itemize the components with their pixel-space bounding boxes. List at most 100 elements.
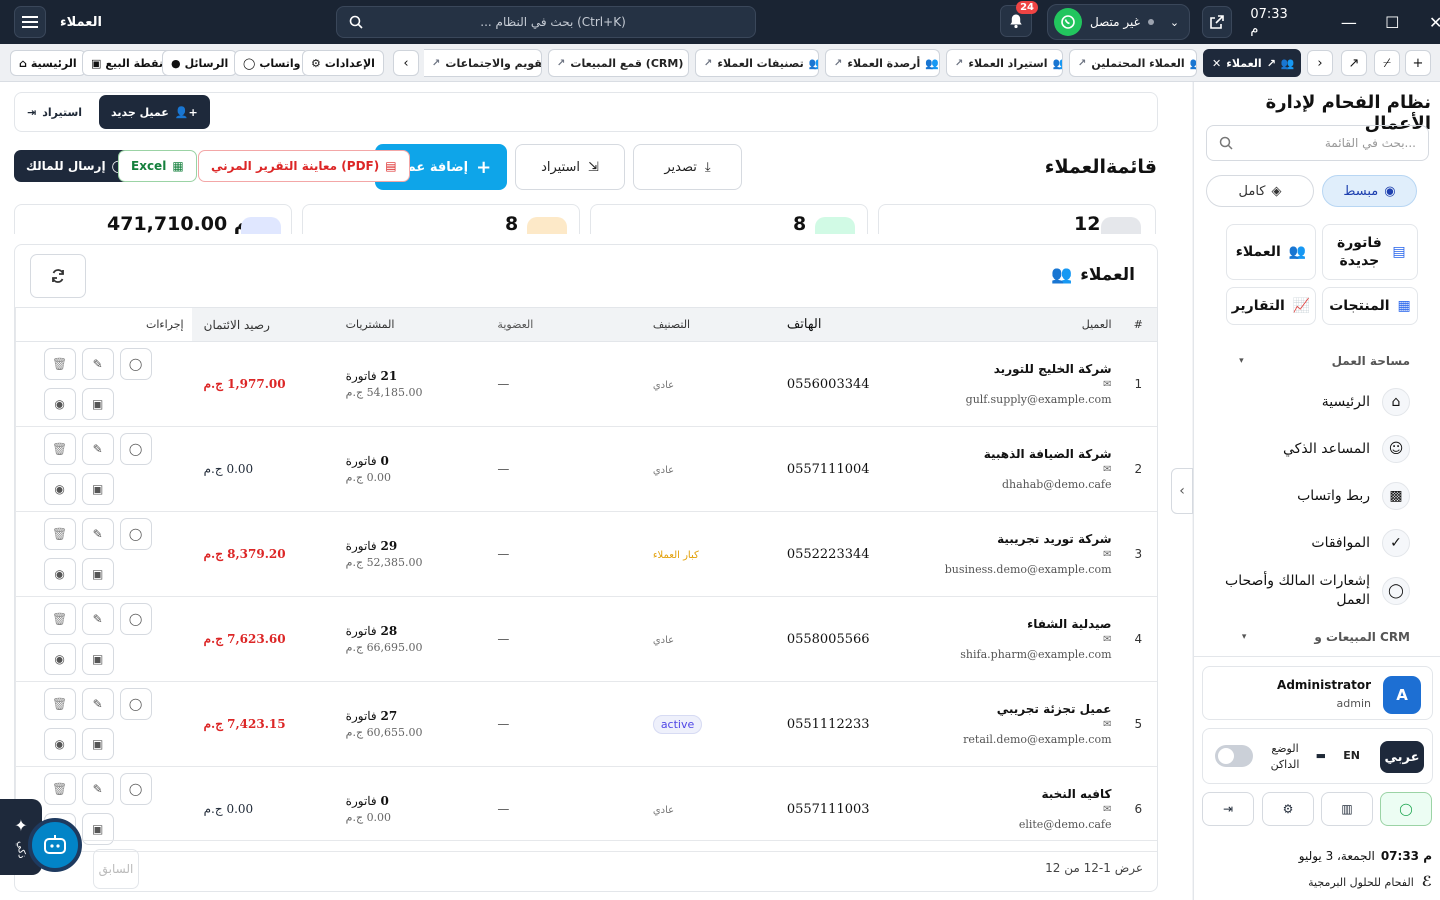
delete-button[interactable]: 🗑 <box>43 433 76 465</box>
mode-full-toggle[interactable]: كامل ◈ <box>1206 175 1314 207</box>
customer-cell[interactable]: كافيه النخبة ✉ elite@demo.cafe <box>936 766 1120 852</box>
reports-shortcut[interactable]: التقارير 📈 <box>1226 287 1316 325</box>
whatsapp-button[interactable]: ◯ <box>119 348 152 380</box>
statement-button[interactable]: ▣ <box>81 388 114 420</box>
table-row[interactable]: 5 عميل تجزئة تجريبي ✉ retail.demo@example.c… <box>15 681 1157 767</box>
excel-button[interactable]: Excel ▦ <box>118 150 197 182</box>
import-small-button[interactable]: ⇥ استيراد <box>15 95 95 129</box>
tab-customers[interactable]: ✕ العملاء ↗ 👥 <box>1203 49 1301 77</box>
tab-customer-import[interactable]: ↗ استيراد العملاء 👥 <box>946 49 1063 77</box>
nav-home[interactable]: الرئيسية ⌂ <box>1322 388 1410 416</box>
col-header[interactable]: العضوية <box>479 307 623 342</box>
menu-button[interactable] <box>14 6 46 38</box>
lang-arabic-button[interactable]: عربي <box>1380 741 1424 773</box>
col-header[interactable]: الهاتف <box>778 307 937 342</box>
statement-button[interactable]: ▣ <box>81 643 114 675</box>
col-header[interactable]: رصيد الائتمان <box>191 307 334 342</box>
global-search[interactable]: ... بحث في النظام (Ctrl+K) <box>336 6 756 38</box>
table-row[interactable]: 6 كافيه النخبة ✉ elite@demo.cafe 0557111003 ع… <box>15 766 1157 852</box>
customer-cell[interactable]: شركة الضيافة الذهبية ✉ dhahab@demo.cafe <box>936 426 1120 512</box>
tab-crm[interactable]: ↗ قمع المبيعات (CRM) ▤ <box>548 49 689 77</box>
customer-name[interactable]: شركة توريد تجريبية <box>945 532 1111 546</box>
edit-button[interactable]: ✎ <box>81 773 114 805</box>
customer-name[interactable]: شركة الضيافة الذهبية <box>945 447 1112 461</box>
tab-customer-categories[interactable]: ↗ تصنيفات العملاء 👥 <box>695 49 819 77</box>
customer-name[interactable]: شركة الخليج للتوريد <box>945 362 1112 376</box>
customer-name[interactable]: صيدلية الشفاء <box>945 617 1111 631</box>
whatsapp-button[interactable]: ◯ <box>119 433 152 465</box>
view-button[interactable]: ◉ <box>43 728 76 760</box>
table-row[interactable]: 3 شركة توريد تجريبية ✉ business.demo@exampl… <box>15 511 1157 597</box>
col-header[interactable]: العميل <box>936 307 1120 342</box>
statement-button[interactable]: ▣ <box>81 728 114 760</box>
col-header[interactable]: المشتريات <box>333 307 480 342</box>
delete-button[interactable]: 🗑 <box>43 348 76 380</box>
whatsapp-quick-button[interactable]: ◯ واتساب <box>234 50 310 76</box>
view-button[interactable]: ◉ <box>43 388 76 420</box>
settings-quick-button[interactable]: ⚙ الإعدادات <box>302 50 384 76</box>
settings-footer-button[interactable]: ⚙ <box>1262 792 1314 826</box>
popout-button[interactable] <box>1202 6 1233 38</box>
home-quick-button[interactable]: ⌂ الرئيسية <box>10 50 86 76</box>
open-external-button[interactable]: ↗ <box>1341 50 1367 76</box>
edit-button[interactable]: ✎ <box>81 433 114 465</box>
pos-quick-button[interactable]: ▣ نقطة البيع <box>82 50 173 76</box>
delete-button[interactable]: 🗑 <box>43 518 76 550</box>
whatsapp-button[interactable]: ◯ <box>119 773 152 805</box>
close-button[interactable]: ✕ <box>1414 13 1440 32</box>
tab-leads[interactable]: ↗ العملاء المحتملين 👥 <box>1069 49 1197 77</box>
view-button[interactable]: ◉ <box>43 558 76 590</box>
table-row[interactable]: 2 شركة الضيافة الذهبية ✉ dhahab@demo.cafe 05… <box>15 426 1157 512</box>
edit-button[interactable]: ✎ <box>81 603 114 635</box>
section-workspace[interactable]: ▾ مساحة العمل <box>1239 354 1410 368</box>
whatsapp-button[interactable]: ◯ <box>119 688 152 720</box>
user-card[interactable]: A Administrator admin <box>1202 666 1433 720</box>
customer-cell[interactable]: صيدلية الشفاء ✉ shifa.pharm@example.com <box>936 596 1120 682</box>
nav-approvals[interactable]: الموافقات ✓ <box>1311 529 1410 557</box>
customers-shortcut[interactable]: العملاء 👥 <box>1226 224 1316 280</box>
table-row[interactable]: 1 شركة الخليج للتوريد ✉ gulf.supply@example… <box>15 341 1157 427</box>
nav-ai-assistant[interactable]: المساعد الذكي ☺ <box>1283 435 1410 463</box>
clean-tabs-button[interactable]: ⌿ <box>1374 50 1400 76</box>
delete-button[interactable]: 🗑 <box>43 688 76 720</box>
customer-cell[interactable]: شركة الخليج للتوريد ✉ gulf.supply@example.… <box>936 341 1120 427</box>
maximize-button[interactable]: ☐ <box>1371 13 1414 32</box>
export-button[interactable]: تصدير ⤓ <box>633 144 742 190</box>
col-header[interactable]: التصنيف <box>622 307 779 342</box>
table-row[interactable]: 4 صيدلية الشفاء ✉ shifa.pharm@example.com 05… <box>15 596 1157 682</box>
whatsapp-footer-button[interactable]: ◯ <box>1380 792 1432 826</box>
ai-bot-button[interactable] <box>28 818 82 872</box>
messages-quick-button[interactable]: ● الرسائل <box>162 50 238 76</box>
prev-page-button[interactable]: السابق <box>93 849 139 889</box>
edit-button[interactable]: ✎ <box>81 518 114 550</box>
statement-button[interactable]: ▣ <box>81 473 114 505</box>
edit-button[interactable]: ✎ <box>81 688 114 720</box>
delete-button[interactable]: 🗑 <box>43 603 76 635</box>
logout-button[interactable]: ⇥ <box>1202 792 1254 826</box>
dark-mode-toggle[interactable] <box>1215 745 1253 767</box>
customer-name[interactable]: كافيه النخبة <box>945 787 1111 801</box>
pdf-preview-button[interactable]: معاينة التقرير المرني (PDF) ▤ <box>198 150 410 182</box>
tab-close-icon[interactable]: ✕ <box>1212 57 1221 70</box>
customer-cell[interactable]: عميل تجزئة تجريبي ✉ retail.demo@example.co… <box>936 681 1120 767</box>
customer-name[interactable]: عميل تجزئة تجريبي <box>945 702 1112 716</box>
tab-calendar[interactable]: ↗ التقويم والاجتماعات <box>424 49 542 77</box>
sidebar-collapse-handle[interactable]: ‹ <box>1171 468 1193 514</box>
section-sales-crm[interactable]: ▾ المبيعات و CRM <box>1242 630 1410 644</box>
statement-button[interactable]: ▣ <box>81 558 114 590</box>
edit-button[interactable]: ✎ <box>81 348 114 380</box>
whatsapp-status[interactable]: غير متصل ⌄ <box>1047 4 1190 40</box>
nav-whatsapp-link[interactable]: ربط واتساب ▩ <box>1297 482 1410 510</box>
mode-simple-toggle[interactable]: مبسط ◉ <box>1322 175 1417 207</box>
nav-owner-notifications[interactable]: إشعارات المالك وأصحاب العمل ◯ <box>1220 572 1410 610</box>
customer-cell[interactable]: شركة توريد تجريبية ✉ business.demo@example… <box>936 511 1120 597</box>
notifications-button[interactable]: 24 <box>1000 1 1038 37</box>
delete-button[interactable]: 🗑 <box>43 773 76 805</box>
products-shortcut[interactable]: المنتجات ▦ <box>1322 287 1418 325</box>
import-button[interactable]: استيراد ⇲ <box>515 144 625 190</box>
new-customer-button[interactable]: عميل جديد 👤+ <box>99 95 210 129</box>
new-tab-button[interactable]: + <box>1405 50 1431 76</box>
view-button[interactable]: ◉ <box>43 473 76 505</box>
tabs-scroll-right[interactable]: › <box>1307 50 1333 76</box>
sidebar-search[interactable]: بحث في القائمة... <box>1206 125 1429 161</box>
